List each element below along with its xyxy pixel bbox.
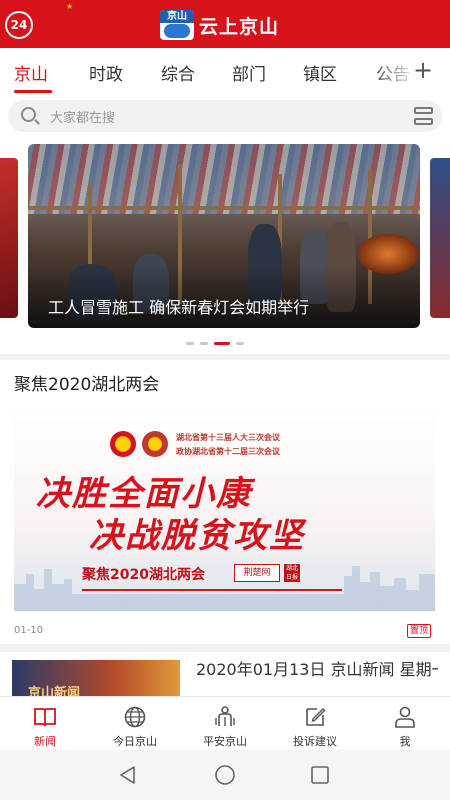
search-bar[interactable]: 大家都在搜 — [8, 100, 442, 132]
tab-zhenqu[interactable]: 镇区 — [303, 60, 337, 85]
paper-logo-small: 湖北日报 — [284, 564, 300, 582]
slide-image-tent — [28, 144, 420, 214]
search-placeholder: 大家都在搜 — [50, 111, 116, 126]
cloud-icon — [164, 24, 190, 38]
tab-jingshan[interactable]: 京山 — [14, 60, 48, 85]
back-icon[interactable] — [116, 763, 140, 787]
skyline-image — [14, 566, 435, 611]
slide-caption: 工人冒雪施工 确保新春灯会如期举行 — [48, 298, 310, 317]
paper-logo: 荆楚网 — [234, 564, 280, 582]
pinned-tag: 置顶 — [407, 624, 432, 638]
national-emblem-icon — [110, 431, 136, 457]
add-channel-icon[interactable]: + — [413, 56, 433, 84]
nav-news-label: 新闻 — [34, 735, 56, 748]
tab-shizheng[interactable]: 时政 — [89, 60, 123, 85]
nav-safety-label: 平安京山 — [203, 735, 247, 748]
carousel-dot[interactable] — [236, 342, 244, 345]
nav-safety[interactable]: 平安京山 — [180, 697, 270, 751]
edit-icon — [306, 708, 326, 726]
globe-icon — [124, 706, 146, 728]
book-icon — [34, 708, 56, 727]
star-icon: ★ — [66, 2, 74, 11]
feature-banner[interactable]: 湖北省第十三届人大三次会议 政协湖北省第十二届三次会议 决胜全面小康 决战脱贫攻… — [14, 404, 435, 611]
carousel-slide[interactable]: 工人冒雪施工 确保新春灯会如期举行 — [28, 144, 420, 328]
news-thumbnail[interactable]: 京山新闻 — [12, 660, 180, 700]
nav-me[interactable]: 我 — [360, 697, 450, 751]
section-title[interactable]: 聚焦2020湖北两会 — [14, 370, 159, 395]
app-name: 云上京山 — [199, 15, 280, 38]
badge-24[interactable]: 24 — [5, 11, 33, 39]
nav-today[interactable]: 今日京山 — [90, 697, 180, 751]
home-icon[interactable] — [213, 763, 237, 787]
tab-bumen[interactable]: 部门 — [232, 60, 266, 85]
section-divider — [0, 644, 450, 652]
active-tab-indicator — [14, 90, 52, 93]
app-header: ★ 24 京山 云上京山 — [0, 0, 450, 48]
user-icon — [395, 706, 415, 728]
system-navigation-bar — [0, 750, 450, 800]
carousel-dot-active[interactable] — [214, 342, 230, 345]
conference-line-2: 政协湖北省第十二届三次会议 — [176, 447, 280, 456]
bottom-navigation: 新闻 今日京山 平安京山 投诉建议 我 — [0, 696, 450, 750]
carousel-prev-slide[interactable] — [0, 158, 18, 318]
banner-focus-text: 聚焦2020湖北两会 — [82, 567, 205, 583]
carousel[interactable]: 工人冒雪施工 确保新春灯会如期举行 — [0, 140, 450, 355]
banner-headline-2: 决战脱贫攻坚 — [89, 516, 305, 556]
scan-icon[interactable] — [414, 107, 433, 126]
nav-news[interactable]: 新闻 — [0, 697, 90, 751]
carousel-dot[interactable] — [186, 342, 194, 345]
banner-red-line — [82, 589, 342, 591]
slide-image-beam — [28, 206, 420, 210]
carousel-dot[interactable] — [200, 342, 208, 345]
section-divider — [0, 354, 450, 360]
carousel-next-slide[interactable] — [430, 158, 450, 318]
recents-icon[interactable] — [308, 763, 332, 787]
tab-zonghe[interactable]: 综合 — [161, 60, 195, 85]
logo-mark-text: 京山 — [160, 10, 194, 23]
app-logo: 京山 云上京山 — [160, 9, 279, 41]
search-icon — [21, 107, 36, 122]
nav-me-label: 我 — [399, 735, 411, 748]
nav-feedback[interactable]: 投诉建议 — [270, 697, 360, 751]
item-date: 01-10 — [14, 625, 44, 636]
tab-fade — [370, 48, 414, 92]
news-title[interactable]: 2020年01月13日 京山新闻 星期一 农历 十二月 — [196, 658, 438, 682]
logo-mark: 京山 — [160, 10, 194, 40]
nav-feedback-label: 投诉建议 — [293, 735, 337, 748]
nav-today-label: 今日京山 — [113, 735, 157, 748]
people-icon — [215, 706, 235, 726]
conference-line-1: 湖北省第十三届人大三次会议 — [176, 433, 280, 442]
cppcc-emblem-icon — [142, 431, 168, 457]
